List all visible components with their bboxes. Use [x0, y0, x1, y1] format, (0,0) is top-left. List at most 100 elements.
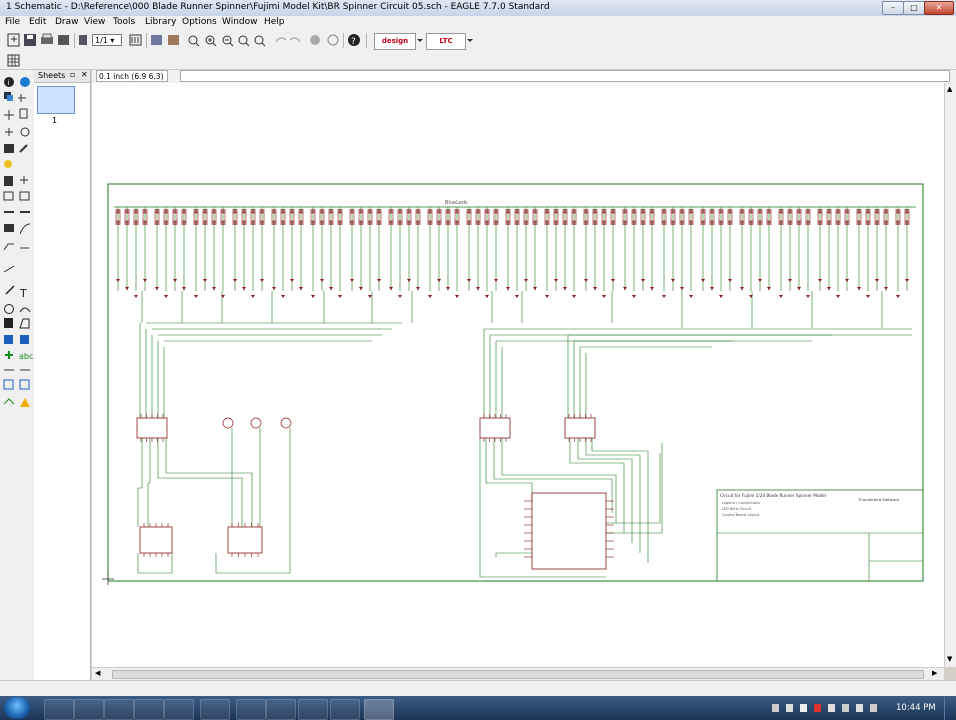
taskbar-purple-icon[interactable] — [298, 699, 328, 720]
open-icon[interactable] — [7, 33, 20, 47]
value-icon[interactable] — [4, 224, 14, 232]
delete-icon[interactable] — [4, 176, 13, 186]
start-button[interactable] — [4, 697, 30, 719]
scroll-left-icon[interactable]: ◀ — [95, 669, 100, 677]
erc-icon[interactable] — [3, 379, 14, 390]
warning-icon[interactable] — [20, 398, 30, 407]
copy-icon[interactable] — [19, 108, 28, 119]
zoom-fit-icon[interactable] — [188, 35, 200, 47]
move-icon[interactable] — [4, 110, 14, 120]
float-panel-icon[interactable]: ▫ — [70, 70, 75, 79]
drc-icon[interactable] — [168, 35, 179, 45]
taskbar-explorer-icon[interactable] — [200, 699, 230, 720]
mark-icon[interactable] — [18, 94, 26, 102]
tray-alert-icon[interactable] — [814, 704, 821, 712]
junction-icon[interactable] — [5, 351, 13, 359]
vertical-scrollbar[interactable]: ▲ ▼ — [944, 83, 956, 667]
label-icon[interactable]: abc — [19, 352, 33, 361]
tray-monitor-icon[interactable] — [828, 704, 835, 712]
scroll-right-icon[interactable]: ▶ — [932, 669, 937, 677]
sheet-select[interactable]: 1/1 ▾ — [92, 34, 122, 46]
miter-icon[interactable] — [3, 243, 14, 251]
add-icon[interactable] — [20, 176, 28, 184]
go-icon[interactable] — [327, 34, 339, 46]
info-icon[interactable]: i — [4, 77, 14, 87]
ltspice-button[interactable]: LTC SPICE — [426, 33, 466, 60]
save-icon[interactable] — [24, 34, 36, 46]
ltspice-dropdown-icon[interactable] — [467, 39, 473, 42]
cam-icon[interactable] — [58, 35, 69, 45]
close-button[interactable]: ✕ — [924, 1, 954, 15]
group-icon[interactable] — [4, 144, 14, 153]
taskbar-media-icon[interactable] — [134, 699, 164, 720]
zoom-in-icon[interactable] — [205, 35, 217, 47]
net-icon[interactable] — [20, 335, 29, 344]
command-line-input[interactable] — [180, 70, 950, 82]
arc-icon[interactable] — [19, 307, 31, 313]
taskbar-app-icon[interactable] — [74, 699, 104, 720]
circle-icon[interactable] — [4, 304, 14, 314]
taskbar-firefox-icon[interactable] — [330, 699, 360, 720]
gateswap-icon[interactable] — [19, 191, 30, 201]
menu-window[interactable]: Window — [222, 17, 258, 27]
schematic-canvas[interactable]: BlueLeds Circuit for Fujimi 1/24 Blade R… — [92, 83, 944, 667]
show-desktop-button[interactable] — [944, 697, 956, 720]
taskbar-eagle-icon[interactable] — [364, 699, 394, 720]
pinswap-icon[interactable] — [3, 191, 14, 201]
tray-speaker-icon[interactable] — [800, 704, 807, 712]
board-icon[interactable] — [79, 35, 87, 45]
errors-icon[interactable] — [19, 379, 30, 390]
text-icon[interactable]: T — [19, 287, 27, 300]
undo-icon[interactable] — [275, 37, 287, 43]
menu-tools[interactable]: Tools — [113, 17, 135, 27]
taskbar-ie-icon[interactable] — [44, 699, 74, 720]
horizontal-scrollbar[interactable]: ◀ ▶ — [92, 667, 944, 680]
run-icon[interactable] — [151, 35, 162, 45]
minimize-button[interactable]: – — [882, 1, 904, 15]
maximize-button[interactable]: □ — [903, 1, 925, 15]
smash-icon[interactable] — [19, 223, 31, 235]
script-icon[interactable] — [129, 34, 142, 46]
tray-flag-icon[interactable] — [842, 704, 849, 712]
grid-icon[interactable] — [7, 54, 21, 67]
scroll-down-icon[interactable]: ▼ — [947, 655, 952, 663]
menu-file[interactable]: File — [5, 17, 20, 27]
zoom-out-icon[interactable] — [222, 35, 234, 47]
polygon-icon[interactable] — [19, 318, 30, 329]
menu-draw[interactable]: Draw — [55, 17, 79, 27]
design-link-button[interactable]: design link — [374, 33, 416, 60]
scroll-up-icon[interactable]: ▲ — [947, 85, 952, 93]
rect-icon[interactable] — [4, 318, 13, 328]
zoom-redraw-icon[interactable] — [238, 35, 250, 47]
print-icon[interactable] — [41, 33, 53, 44]
taskbar-word-icon[interactable] — [266, 699, 296, 720]
taskbar-player-icon[interactable] — [164, 699, 194, 720]
menu-edit[interactable]: Edit — [29, 17, 46, 27]
invoke-icon[interactable] — [3, 265, 15, 273]
sheet-thumbnail[interactable] — [37, 86, 75, 114]
change-icon[interactable] — [19, 144, 28, 153]
show-icon[interactable] — [20, 77, 30, 87]
tray-signal-icon[interactable] — [786, 704, 793, 712]
wire-icon[interactable] — [5, 285, 15, 295]
taskbar-chrome-icon[interactable] — [104, 699, 134, 720]
bus-icon[interactable] — [4, 335, 13, 344]
scroll-thumb[interactable] — [112, 670, 924, 679]
taskbar-tool-icon[interactable] — [236, 699, 266, 720]
stop-icon[interactable] — [310, 35, 320, 45]
zoom-select-icon[interactable] — [254, 35, 266, 47]
redo-icon[interactable] — [289, 37, 301, 43]
close-panel-icon[interactable]: ✕ — [81, 70, 88, 79]
menu-library[interactable]: Library — [145, 17, 176, 27]
menu-view[interactable]: View — [84, 17, 105, 27]
frame-icon[interactable] — [3, 398, 15, 405]
tray-volume-icon[interactable] — [870, 704, 877, 712]
design-link-dropdown-icon[interactable] — [417, 39, 423, 42]
tray-power-icon[interactable] — [856, 704, 863, 712]
tray-network-icon[interactable] — [772, 704, 779, 712]
menu-help[interactable]: Help — [264, 17, 285, 27]
help-icon[interactable]: ? — [348, 34, 360, 47]
paste-icon[interactable] — [4, 160, 12, 168]
rotate-icon[interactable] — [20, 127, 30, 137]
menu-options[interactable]: Options — [182, 17, 217, 27]
